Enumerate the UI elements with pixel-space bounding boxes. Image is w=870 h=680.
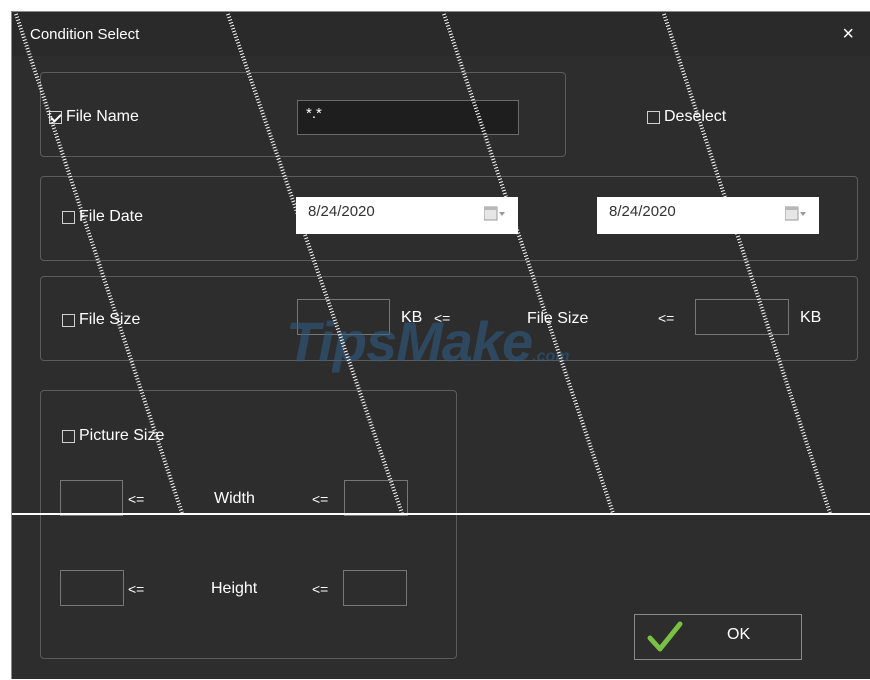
file-date-checkbox[interactable]: File Date [62,208,143,226]
height-op-right: <= [312,581,329,597]
width-op-right: <= [312,491,329,507]
checkbox-icon [62,429,75,443]
file-date-label: File Date [79,208,144,225]
condition-select-dialog: Condition Select × File Name *.* Deselec… [11,11,870,679]
file-name-checkbox[interactable]: File Name [49,108,139,126]
height-op-left: <= [128,581,145,597]
deselect-checkbox[interactable]: Deselect [647,108,726,126]
file-size-unit-right: KB [800,309,822,326]
checkbox-icon [647,110,660,124]
width-label: Width [214,490,255,507]
title-bar: Condition Select × [12,12,870,56]
watermark-logo: TipsMake.com [286,309,570,374]
width-max-input[interactable] [344,480,408,516]
horizontal-divider-artifact [12,513,870,515]
width-min-input[interactable] [60,480,123,516]
date-from-picker[interactable]: 8/24/2020 [296,197,518,234]
ok-button[interactable]: OK [634,614,802,660]
file-size-checkbox[interactable]: File Size [62,311,140,329]
height-max-input[interactable] [343,570,407,606]
calendar-dropdown-icon[interactable] [785,206,807,222]
date-to-picker[interactable]: 8/24/2020 [597,197,819,234]
file-name-input[interactable]: *.* [297,100,519,135]
picture-size-label: Picture Size [79,427,165,444]
height-min-input[interactable] [60,570,124,606]
file-size-label: File Size [79,311,141,328]
width-op-left: <= [128,491,145,507]
date-from-value: 8/24/2020 [308,203,375,220]
dialog-title: Condition Select [30,26,140,43]
calendar-dropdown-icon[interactable] [484,206,506,222]
checkbox-icon [62,313,75,327]
checkbox-checked-icon [49,110,62,124]
checkbox-icon [62,210,75,224]
height-label: Height [211,580,258,597]
watermark-suffix: .com [532,348,570,365]
close-icon[interactable]: × [842,24,854,44]
picture-size-checkbox[interactable]: Picture Size [62,427,164,445]
file-size-op-right: <= [658,310,675,326]
deselect-label: Deselect [664,108,727,125]
file-name-label: File Name [66,108,139,125]
date-to-value: 8/24/2020 [609,203,676,220]
watermark-text: TipsMake [286,310,533,373]
ok-label: OK [727,626,751,643]
checkmark-icon [647,621,683,652]
file-size-max-input[interactable] [695,299,789,335]
